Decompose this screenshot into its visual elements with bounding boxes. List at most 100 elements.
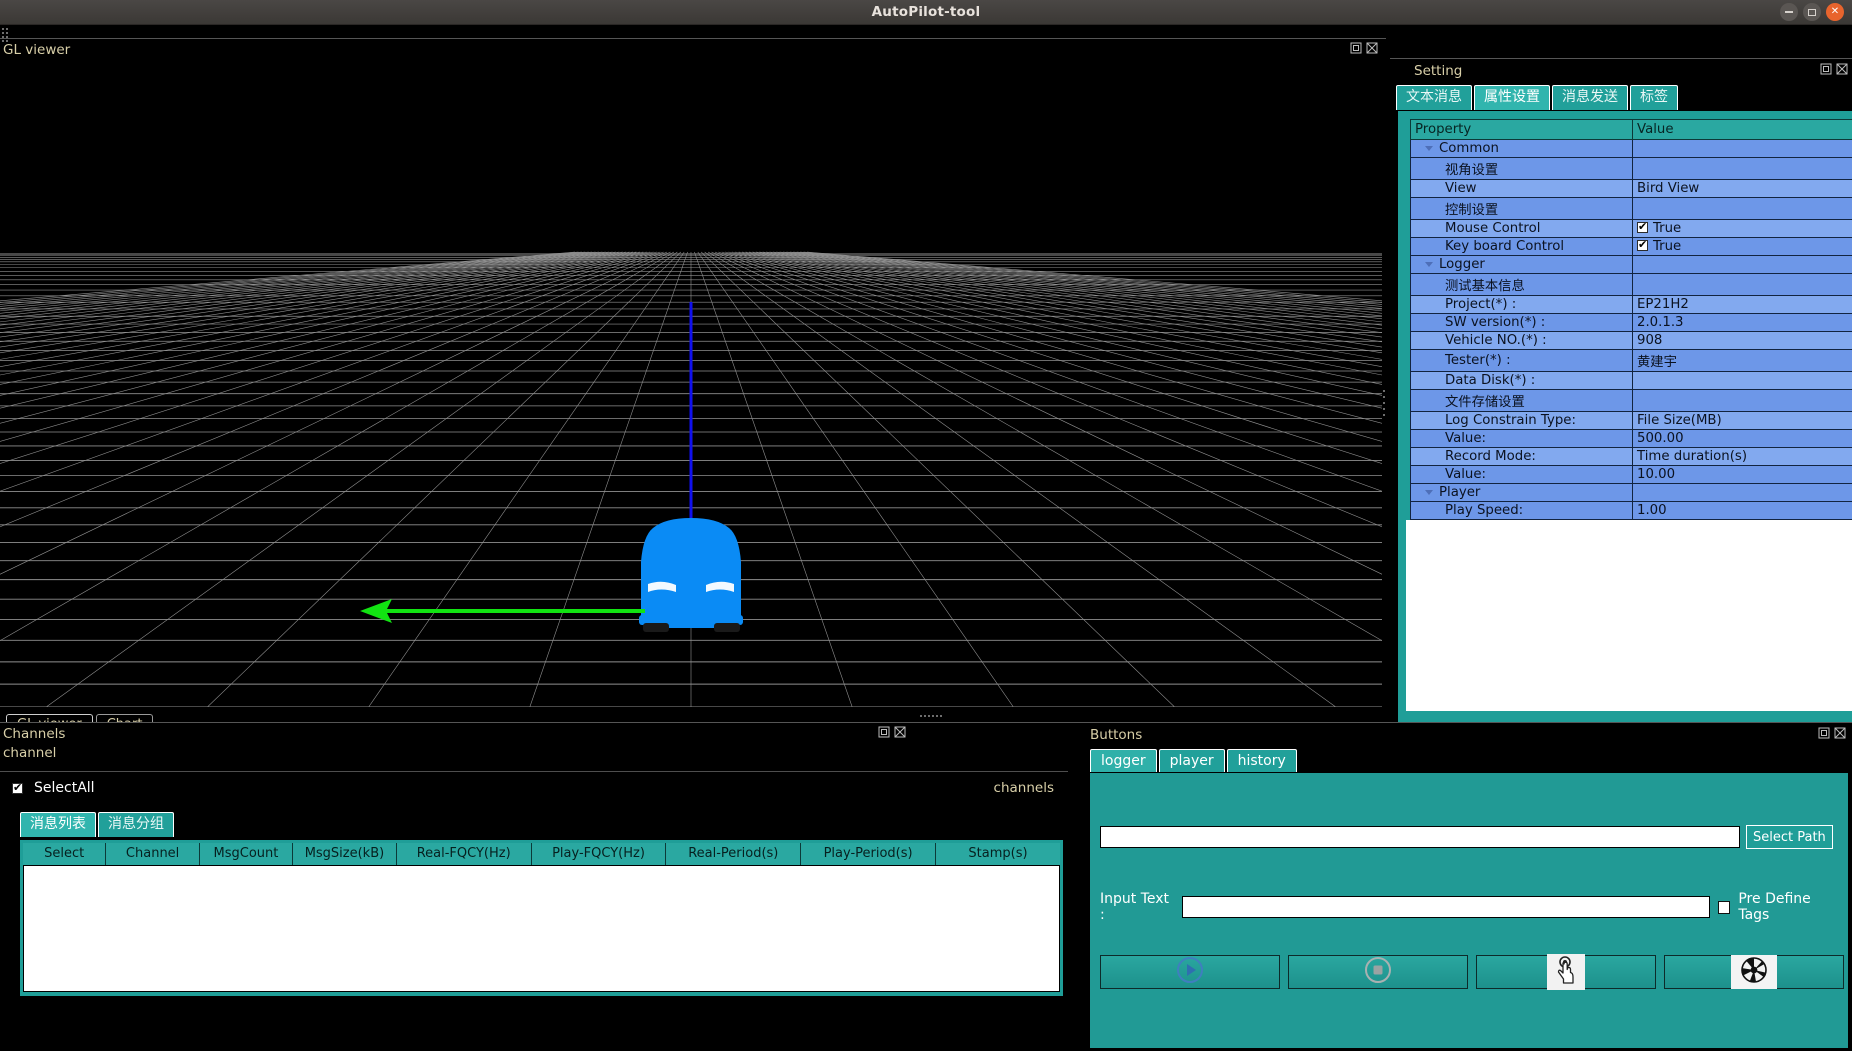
property-value-cell[interactable]: [1632, 371, 1852, 390]
property-row[interactable]: Play Speed: 1.00: [1410, 501, 1852, 520]
property-value-cell[interactable]: [1632, 157, 1852, 180]
value-checkbox[interactable]: [1637, 239, 1648, 251]
tab-text-message[interactable]: 文本消息: [1396, 85, 1472, 110]
property-value-cell[interactable]: True: [1632, 237, 1852, 256]
message-col-header[interactable]: Select: [23, 843, 107, 866]
float-icon[interactable]: [1820, 63, 1832, 75]
property-name-cell: Project(*) :: [1410, 295, 1633, 314]
property-value-cell[interactable]: File Size(MB): [1632, 411, 1852, 430]
window-title: AutoPilot-tool: [871, 4, 981, 20]
tab-player[interactable]: player: [1158, 749, 1225, 772]
property-value-cell[interactable]: [1632, 197, 1852, 220]
select-all-row[interactable]: SelectAll: [12, 780, 95, 796]
property-value-cell[interactable]: 1.00: [1632, 501, 1852, 520]
play-circle-icon: [1175, 955, 1205, 989]
message-table-body[interactable]: [23, 865, 1060, 992]
minimize-icon[interactable]: [1780, 3, 1798, 21]
tab-property-setting[interactable]: 属性设置: [1474, 85, 1550, 110]
gl-3d-scene[interactable]: [0, 62, 1382, 707]
horizontal-splitter-handle[interactable]: [920, 715, 942, 717]
property-row[interactable]: View Bird View: [1410, 179, 1852, 198]
float-icon[interactable]: [878, 726, 890, 738]
input-text-label: Input Text :: [1100, 891, 1170, 923]
property-row[interactable]: 测试基本信息: [1410, 273, 1852, 296]
tab-logger[interactable]: logger: [1090, 749, 1157, 772]
col-property: Property: [1410, 119, 1633, 140]
close-icon[interactable]: [894, 726, 906, 738]
property-row[interactable]: 控制设置: [1410, 197, 1852, 220]
tab-message-list[interactable]: 消息列表: [20, 812, 96, 837]
property-name-cell: 控制设置: [1410, 197, 1633, 220]
close-icon[interactable]: [1834, 727, 1846, 739]
property-row[interactable]: 文件存储设置: [1410, 389, 1852, 412]
property-value-cell[interactable]: Time duration(s): [1632, 447, 1852, 466]
channels-dock-icons: [878, 726, 906, 738]
message-col-header[interactable]: Real-Period(s): [665, 843, 802, 866]
property-name-cell: Common: [1410, 139, 1633, 158]
stop-record-button[interactable]: [1288, 955, 1468, 989]
message-col-header[interactable]: MsgCount: [199, 843, 294, 866]
pre-define-tags-checkbox[interactable]: [1718, 900, 1731, 914]
chevron-down-icon[interactable]: [1425, 145, 1433, 151]
property-value-cell[interactable]: EP21H2: [1632, 295, 1852, 314]
property-value-cell[interactable]: True: [1632, 219, 1852, 238]
property-row[interactable]: Player: [1410, 483, 1852, 502]
message-col-header[interactable]: Stamp(s): [935, 843, 1060, 866]
tab-message-send[interactable]: 消息发送: [1552, 85, 1628, 110]
property-row[interactable]: 视角设置: [1410, 157, 1852, 180]
path-input[interactable]: [1100, 826, 1740, 848]
property-row[interactable]: SW version(*) :2.0.1.3: [1410, 313, 1852, 332]
message-col-header[interactable]: Channel: [105, 843, 200, 866]
property-row[interactable]: Data Disk(*) :: [1410, 371, 1852, 390]
chevron-down-icon[interactable]: [1425, 261, 1433, 267]
close-icon[interactable]: ✕: [1826, 3, 1844, 21]
property-row[interactable]: Logger: [1410, 255, 1852, 274]
property-value-cell[interactable]: [1632, 273, 1852, 296]
property-row[interactable]: Project(*) : EP21H2: [1410, 295, 1852, 314]
property-row[interactable]: Mouse ControlTrue: [1410, 219, 1852, 238]
input-text-field[interactable]: [1181, 896, 1710, 918]
property-value-cell[interactable]: [1632, 389, 1852, 412]
tab-label[interactable]: 标签: [1630, 85, 1678, 110]
message-col-header[interactable]: Play-Period(s): [800, 843, 936, 866]
property-value-cell[interactable]: 2.0.1.3: [1632, 313, 1852, 332]
tag-click-button[interactable]: [1476, 954, 1656, 990]
property-value-cell[interactable]: [1632, 483, 1852, 502]
snapshot-button[interactable]: [1664, 955, 1844, 989]
value-checkbox[interactable]: [1637, 221, 1648, 233]
float-icon[interactable]: [1350, 42, 1362, 54]
property-value-cell[interactable]: 500.00: [1632, 429, 1852, 448]
float-icon[interactable]: [1818, 727, 1830, 739]
tab-message-group[interactable]: 消息分组: [98, 812, 174, 837]
message-table-header: Select Channel MsgCount MsgSize(kB) Real-FQC…: [23, 843, 1060, 866]
property-row[interactable]: Tester(*) : 黄建宇: [1410, 349, 1852, 372]
select-all-checkbox[interactable]: [12, 781, 23, 794]
property-row[interactable]: Key board ControlTrue: [1410, 237, 1852, 256]
property-value-cell[interactable]: 908: [1632, 331, 1852, 350]
property-value-cell[interactable]: 10.00: [1632, 465, 1852, 484]
property-row[interactable]: Record Mode: Time duration(s): [1410, 447, 1852, 466]
maximize-icon[interactable]: [1803, 3, 1821, 21]
close-icon[interactable]: [1836, 63, 1848, 75]
property-value-cell[interactable]: [1632, 139, 1852, 158]
buttons-panel: Buttons logger player history Select Pat…: [1086, 722, 1852, 1051]
message-col-header[interactable]: Real-FQCY(Hz): [396, 843, 532, 866]
property-row[interactable]: Value: 10.00: [1410, 465, 1852, 484]
property-value-cell[interactable]: 黄建宇: [1632, 349, 1852, 372]
property-row[interactable]: Value: 500.00: [1410, 429, 1852, 448]
tab-history[interactable]: history: [1226, 749, 1297, 772]
message-col-header[interactable]: Play-FQCY(Hz): [531, 843, 667, 866]
vertical-splitter-handle[interactable]: [1383, 390, 1385, 416]
channels-body: SelectAll channels 消息列表 消息分组 SelectChann…: [0, 771, 1068, 1051]
start-record-button[interactable]: [1100, 955, 1280, 989]
close-icon[interactable]: [1366, 42, 1378, 54]
select-path-button[interactable]: Select Path: [1746, 825, 1833, 849]
property-row[interactable]: Log Constrain Type: File Size(MB): [1410, 411, 1852, 430]
property-name-cell: Data Disk(*) :: [1410, 371, 1633, 390]
property-value-cell[interactable]: [1632, 255, 1852, 274]
property-value-cell[interactable]: Bird View: [1632, 179, 1852, 198]
message-col-header[interactable]: MsgSize(kB): [292, 843, 397, 866]
chevron-down-icon[interactable]: [1425, 489, 1433, 495]
property-row[interactable]: Vehicle NO.(*) :908: [1410, 331, 1852, 350]
property-row[interactable]: Common: [1410, 139, 1852, 158]
